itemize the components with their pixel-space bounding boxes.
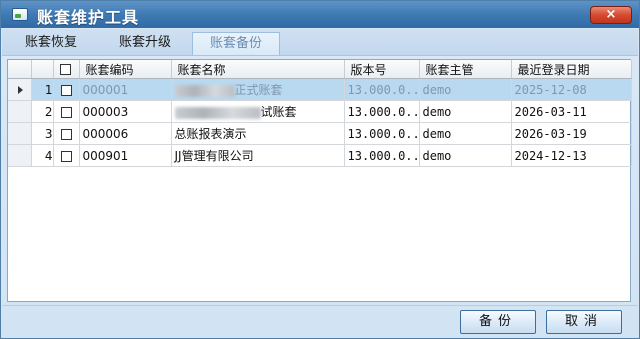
row-checkbox[interactable] (60, 128, 72, 140)
column-header-version[interactable]: 版本号 (344, 60, 420, 79)
table-row[interactable]: 3 000006 总账报表演示 13.000.0... demo 2026-03… (8, 122, 632, 145)
version: 13.000.0... (344, 100, 420, 123)
redacted-name-blur (174, 84, 235, 97)
row-select-cell (53, 144, 80, 167)
row-indicator (8, 100, 32, 123)
column-header-last-login[interactable]: 最近登录日期 (511, 60, 632, 79)
account-code: 000006 (79, 122, 172, 145)
backup-button[interactable]: 备份 (460, 310, 536, 334)
tab-bar: 账套恢复 账套升级 账套备份 (2, 29, 638, 56)
row-select-cell (53, 122, 80, 145)
current-row-arrow-icon (18, 86, 24, 94)
row-number: 4 (31, 144, 54, 167)
last-login: 2024-12-13 (511, 144, 632, 167)
footer-divider (2, 305, 638, 306)
close-button[interactable]: × (590, 6, 632, 24)
row-checkbox[interactable] (60, 106, 72, 118)
table-row[interactable]: 1 000001 正式账套 13.000.0... demo 2025-12-0… (8, 78, 632, 101)
account-name: 总账报表演示 (171, 122, 345, 145)
row-checkbox[interactable] (60, 150, 72, 162)
account-grid-panel: 账套编码 账套名称 版本号 账套主管 最近登录日期 1 000001 正式账套 … (7, 59, 632, 302)
row-number: 1 (31, 78, 54, 101)
redacted-name-blur (174, 106, 261, 119)
manager: demo (419, 78, 512, 101)
row-select-cell (53, 100, 80, 123)
column-header-manager[interactable]: 账套主管 (419, 60, 512, 79)
version: 13.000.0... (344, 144, 420, 167)
cancel-button[interactable]: 取消 (546, 310, 622, 334)
account-maintenance-window: 账套维护工具 × 账套恢复 账套升级 账套备份 账套编码 账套名称 版本号 账套… (0, 0, 640, 339)
window-title: 账套维护工具 (37, 8, 140, 27)
row-select-cell (53, 78, 80, 101)
manager: demo (419, 122, 512, 145)
select-all-cell (53, 60, 80, 79)
row-checkbox[interactable] (60, 84, 72, 96)
account-code: 000901 (79, 144, 172, 167)
version: 13.000.0... (344, 122, 420, 145)
table-row[interactable]: 4 000901 JJ管理有限公司 13.000.0... demo 2024-… (8, 144, 632, 167)
row-indicator (8, 122, 32, 145)
account-name-text: 正式账套 (234, 83, 283, 97)
tab-upgrade[interactable]: 账套升级 (106, 32, 184, 55)
title-bar[interactable]: 账套维护工具 × (1, 1, 639, 28)
manager: demo (419, 100, 512, 123)
current-row-indicator (8, 78, 32, 101)
last-login: 2026-03-11 (511, 100, 632, 123)
tab-backup[interactable]: 账套备份 (192, 32, 280, 55)
column-header-name[interactable]: 账套名称 (171, 60, 345, 79)
table-header-row: 账套编码 账套名称 版本号 账套主管 最近登录日期 (8, 60, 632, 79)
column-header-code[interactable]: 账套编码 (79, 60, 172, 79)
tab-restore[interactable]: 账套恢复 (16, 32, 86, 55)
account-table: 账套编码 账套名称 版本号 账套主管 最近登录日期 1 000001 正式账套 … (8, 60, 632, 167)
row-number: 3 (31, 122, 54, 145)
select-all-checkbox[interactable] (59, 64, 71, 75)
version: 13.000.0... (344, 78, 420, 101)
account-name: JJ管理有限公司 (171, 144, 345, 167)
account-code: 000001 (79, 78, 172, 101)
row-number: 2 (31, 100, 54, 123)
last-login: 2025-12-08 (511, 78, 632, 101)
row-indicator-header (8, 60, 32, 79)
table-row[interactable]: 2 000003 试账套 13.000.0... demo 2026-03-11 (8, 100, 632, 123)
row-number-header (31, 60, 54, 79)
account-name: 试账套 (171, 100, 345, 123)
account-name: 正式账套 (171, 78, 345, 101)
last-login: 2026-03-19 (511, 122, 632, 145)
row-indicator (8, 144, 32, 167)
app-icon (12, 8, 28, 21)
manager: demo (419, 144, 512, 167)
account-code: 000003 (79, 100, 172, 123)
account-name-text: 试账套 (260, 105, 297, 119)
